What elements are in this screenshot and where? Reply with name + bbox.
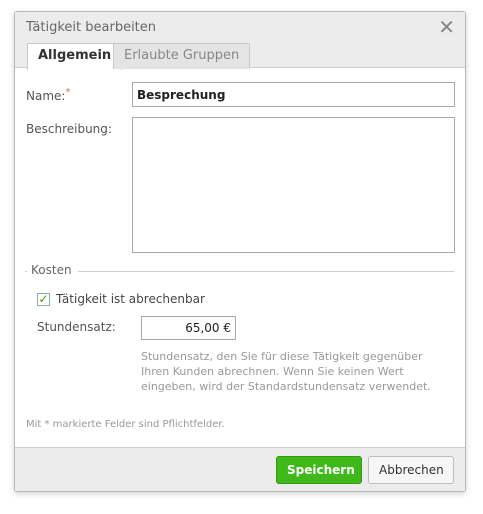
dialog-header: Tätigkeit bearbeiten ✕ Allgemein Erlaubt… bbox=[15, 12, 465, 70]
required-fields-note: Mit * markierte Felder sind Pflichtfelde… bbox=[26, 419, 225, 430]
cancel-button[interactable]: Abbrechen bbox=[368, 456, 454, 484]
tab-allgemein[interactable]: Allgemein bbox=[27, 43, 123, 70]
billable-checkbox[interactable]: ✓ bbox=[37, 293, 50, 306]
description-textarea[interactable] bbox=[132, 117, 455, 253]
rate-help-text: Stundensatz, den Sie für diese Tätigkeit… bbox=[141, 350, 431, 393]
dialog-title: Tätigkeit bearbeiten bbox=[26, 20, 157, 35]
close-icon[interactable]: ✕ bbox=[438, 17, 455, 37]
billable-label: Tätigkeit ist abrechenbar bbox=[56, 292, 205, 306]
tab-erlaubte-gruppen[interactable]: Erlaubte Gruppen bbox=[113, 43, 251, 69]
description-label: Beschreibung: bbox=[26, 122, 112, 136]
rate-label: Stundensatz: bbox=[37, 320, 116, 334]
costs-divider bbox=[25, 271, 454, 272]
dialog-footer: Speichern Abbrechen bbox=[15, 447, 465, 491]
name-label: Name:* bbox=[26, 87, 70, 103]
edit-activity-dialog: Tätigkeit bearbeiten ✕ Allgemein Erlaubt… bbox=[14, 11, 466, 492]
name-input[interactable] bbox=[132, 82, 455, 107]
save-button[interactable]: Speichern bbox=[276, 456, 362, 484]
costs-legend: Kosten bbox=[27, 263, 78, 277]
required-marker: * bbox=[65, 87, 71, 98]
name-label-text: Name: bbox=[26, 89, 66, 103]
hourly-rate-input[interactable] bbox=[141, 316, 236, 340]
